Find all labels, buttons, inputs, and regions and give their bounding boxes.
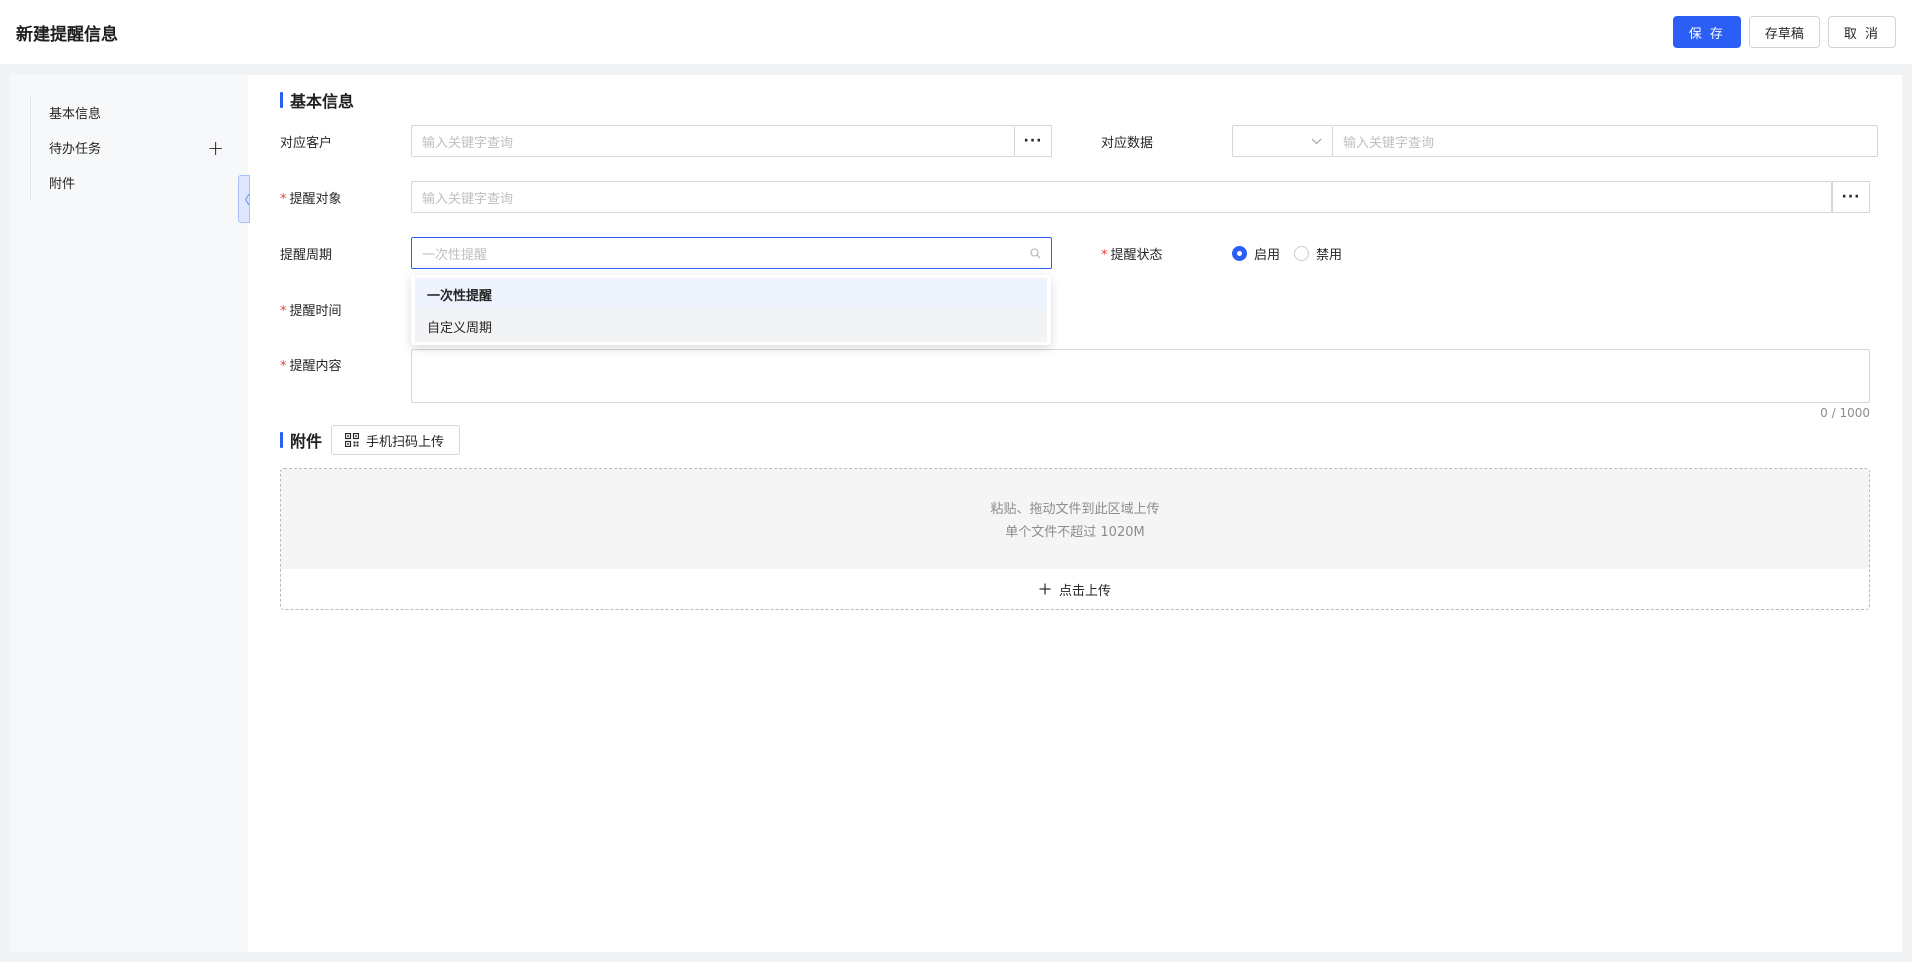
period-placeholder: 一次性提醒	[422, 247, 488, 263]
row-period-status: 提醒周期 一次性提醒 * 提醒状态 启用 禁用	[280, 237, 1878, 269]
radio-checked-icon	[1232, 245, 1247, 261]
save-draft-button[interactable]: 存草稿	[1748, 16, 1820, 48]
section-nav: 基本信息 待办任务 + 附件	[30, 95, 248, 200]
period-label: 提醒周期	[280, 247, 333, 263]
section-marker	[280, 432, 283, 448]
attachments-header: 附件 手机扫码上传	[280, 425, 461, 455]
upload-drop-hint: 粘贴、拖动文件到此区域上传	[990, 502, 1160, 517]
dropdown-option-one-time[interactable]: 一次性提醒	[415, 278, 1047, 310]
section-title-attachments: 附件	[280, 429, 322, 451]
status-radio-group: 启用 禁用	[1232, 244, 1342, 263]
qr-code-icon	[345, 433, 360, 447]
sidebar-item-basic-info[interactable]: 基本信息	[49, 95, 248, 130]
status-label: * 提醒状态	[1101, 247, 1163, 263]
page-header: 新建提醒信息 保 存 存草稿 取 消	[0, 0, 1912, 64]
row-target: * 提醒对象 输入关键字查询 ···	[280, 181, 1870, 213]
upload-dropzone[interactable]: 粘贴、拖动文件到此区域上传 单个文件不超过 1020M 点击上传	[280, 468, 1870, 610]
content-textarea[interactable]	[411, 349, 1870, 403]
sidebar-item-label: 基本信息	[49, 107, 102, 122]
save-button[interactable]: 保 存	[1672, 16, 1741, 48]
page-title: 新建提醒信息	[16, 24, 118, 45]
section-sidebar: 基本信息 待办任务 + 附件 〈	[10, 75, 250, 952]
customer-input[interactable]: 输入关键字查询	[411, 125, 1015, 157]
status-enabled-radio[interactable]: 启用	[1232, 244, 1280, 263]
target-input[interactable]: 输入关键字查询	[411, 181, 1832, 213]
data-search-input[interactable]: 输入关键字查询	[1333, 125, 1878, 157]
period-select[interactable]: 一次性提醒	[411, 237, 1052, 269]
target-label: * 提醒对象	[280, 191, 342, 207]
data-label: 对应数据	[1101, 135, 1154, 151]
content-label: * 提醒内容	[280, 359, 342, 374]
radio-unchecked-icon	[1294, 245, 1310, 261]
sidebar-item-todo-tasks[interactable]: 待办任务 +	[49, 130, 248, 165]
qr-upload-button[interactable]: 手机扫码上传	[331, 425, 461, 455]
sidebar-item-label: 待办任务	[49, 142, 102, 157]
section-marker	[280, 92, 283, 108]
plus-icon	[1039, 583, 1051, 595]
time-label: * 提醒时间	[280, 303, 342, 319]
search-icon	[1030, 247, 1041, 258]
add-task-icon[interactable]: +	[207, 138, 224, 158]
chevron-down-icon	[1311, 138, 1322, 144]
upload-drop-area[interactable]: 粘贴、拖动文件到此区域上传 单个文件不超过 1020M	[281, 469, 1869, 569]
target-more-button[interactable]: ···	[1832, 181, 1870, 213]
status-disabled-radio[interactable]: 禁用	[1294, 244, 1342, 263]
row-customer-data: 对应客户 输入关键字查询 ··· 对应数据 输入关键字查询	[280, 125, 1878, 157]
period-dropdown: 一次性提醒 自定义周期	[411, 275, 1051, 345]
sidebar-item-label: 附件	[49, 177, 76, 192]
upload-size-hint: 单个文件不超过 1020M	[1005, 525, 1145, 540]
section-title-basic-info: 基本信息	[280, 89, 1868, 111]
header-actions: 保 存 存草稿 取 消	[1672, 16, 1896, 48]
data-type-select[interactable]	[1232, 125, 1333, 157]
dropdown-option-custom[interactable]: 自定义周期	[415, 310, 1047, 342]
customer-more-button[interactable]: ···	[1015, 125, 1052, 157]
click-upload-button[interactable]: 点击上传	[281, 569, 1869, 609]
sidebar-item-attachments[interactable]: 附件	[49, 165, 248, 200]
cancel-button[interactable]: 取 消	[1827, 16, 1896, 48]
customer-label: 对应客户	[280, 135, 333, 151]
content-char-counter: 0 / 1000	[1820, 406, 1870, 420]
section-title-text: 附件	[290, 432, 323, 451]
section-title-text: 基本信息	[290, 92, 355, 111]
